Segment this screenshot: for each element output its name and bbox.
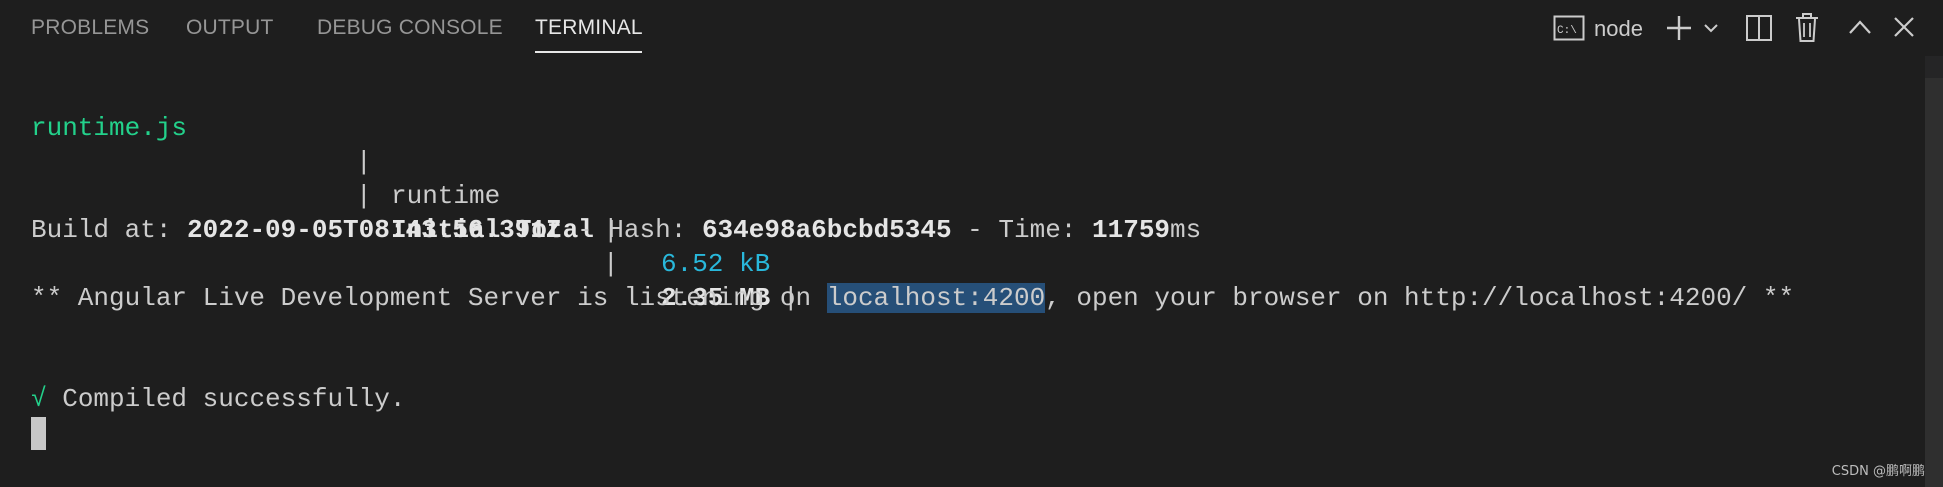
bundle-row-initial-total: | Initial Total | 2.35 MB <box>0 145 900 313</box>
terminal-cmd-icon[interactable]: C:\ <box>1552 14 1586 42</box>
bundle-raw-size: 6.52 kB <box>661 249 771 279</box>
scrollbar-thumb[interactable] <box>1925 78 1943 487</box>
tab-terminal[interactable]: TERMINAL <box>535 16 643 40</box>
trash-icon[interactable] <box>1793 12 1821 44</box>
check-mark-icon: √ <box>31 384 47 414</box>
tab-output[interactable]: OUTPUT <box>186 16 274 40</box>
compiled-message: Compiled successfully. <box>46 384 406 414</box>
terminal-cursor <box>31 417 46 450</box>
hash-label: - Hash: <box>561 215 702 245</box>
chevron-down-icon[interactable] <box>1702 18 1720 38</box>
build-info-line: Build at: 2022-09-05T08:43:56.391Z - Has… <box>31 213 1201 247</box>
server-message-suffix: , open your browser on http://localhost:… <box>1045 283 1795 313</box>
build-hash: 634e98a6bcbd5345 <box>701 215 952 245</box>
tab-debug-console[interactable]: DEBUG CONSOLE <box>317 16 503 40</box>
active-tab-indicator <box>535 51 642 53</box>
terminal-panel: PROBLEMS OUTPUT DEBUG CONSOLE TERMINAL C… <box>0 0 1943 487</box>
close-icon[interactable] <box>1891 14 1917 40</box>
plus-icon[interactable] <box>1664 14 1694 42</box>
bundle-file-name: runtime.js <box>31 113 188 143</box>
column-separator: | <box>603 249 619 279</box>
watermark: CSDN @鹏啊鹏 <box>1831 464 1925 479</box>
terminal-output[interactable]: runtime.js | runtime | 6.52 kB | | Initi… <box>0 56 1925 487</box>
column-separator: | <box>356 181 372 211</box>
terminal-name-label[interactable]: node <box>1594 16 1643 42</box>
build-date: 2022-09-05T08:43:56.391Z <box>187 215 562 245</box>
bundle-chunk-name: runtime <box>391 181 501 211</box>
server-listening-line: ** Angular Live Development Server is li… <box>31 281 1794 315</box>
build-time: 11759 <box>1092 215 1171 245</box>
time-unit: ms <box>1170 215 1202 245</box>
chevron-up-icon[interactable] <box>1847 14 1873 40</box>
server-host-link[interactable]: localhost:4200 <box>826 283 1046 313</box>
compiled-line: √ Compiled successfully. <box>31 382 405 416</box>
server-message-prefix: ** Angular Live Development Server is li… <box>31 283 827 313</box>
build-at-label: Build at: <box>31 215 188 245</box>
time-label: - Time: <box>951 215 1093 245</box>
bundle-row-runtime: runtime.js | runtime | 6.52 kB | <box>0 77 900 313</box>
split-icon[interactable] <box>1744 13 1774 43</box>
svg-text:C:\: C:\ <box>1557 25 1577 37</box>
tab-problems[interactable]: PROBLEMS <box>31 16 149 40</box>
panel-tab-bar: PROBLEMS OUTPUT DEBUG CONSOLE TERMINAL C… <box>0 0 1943 56</box>
